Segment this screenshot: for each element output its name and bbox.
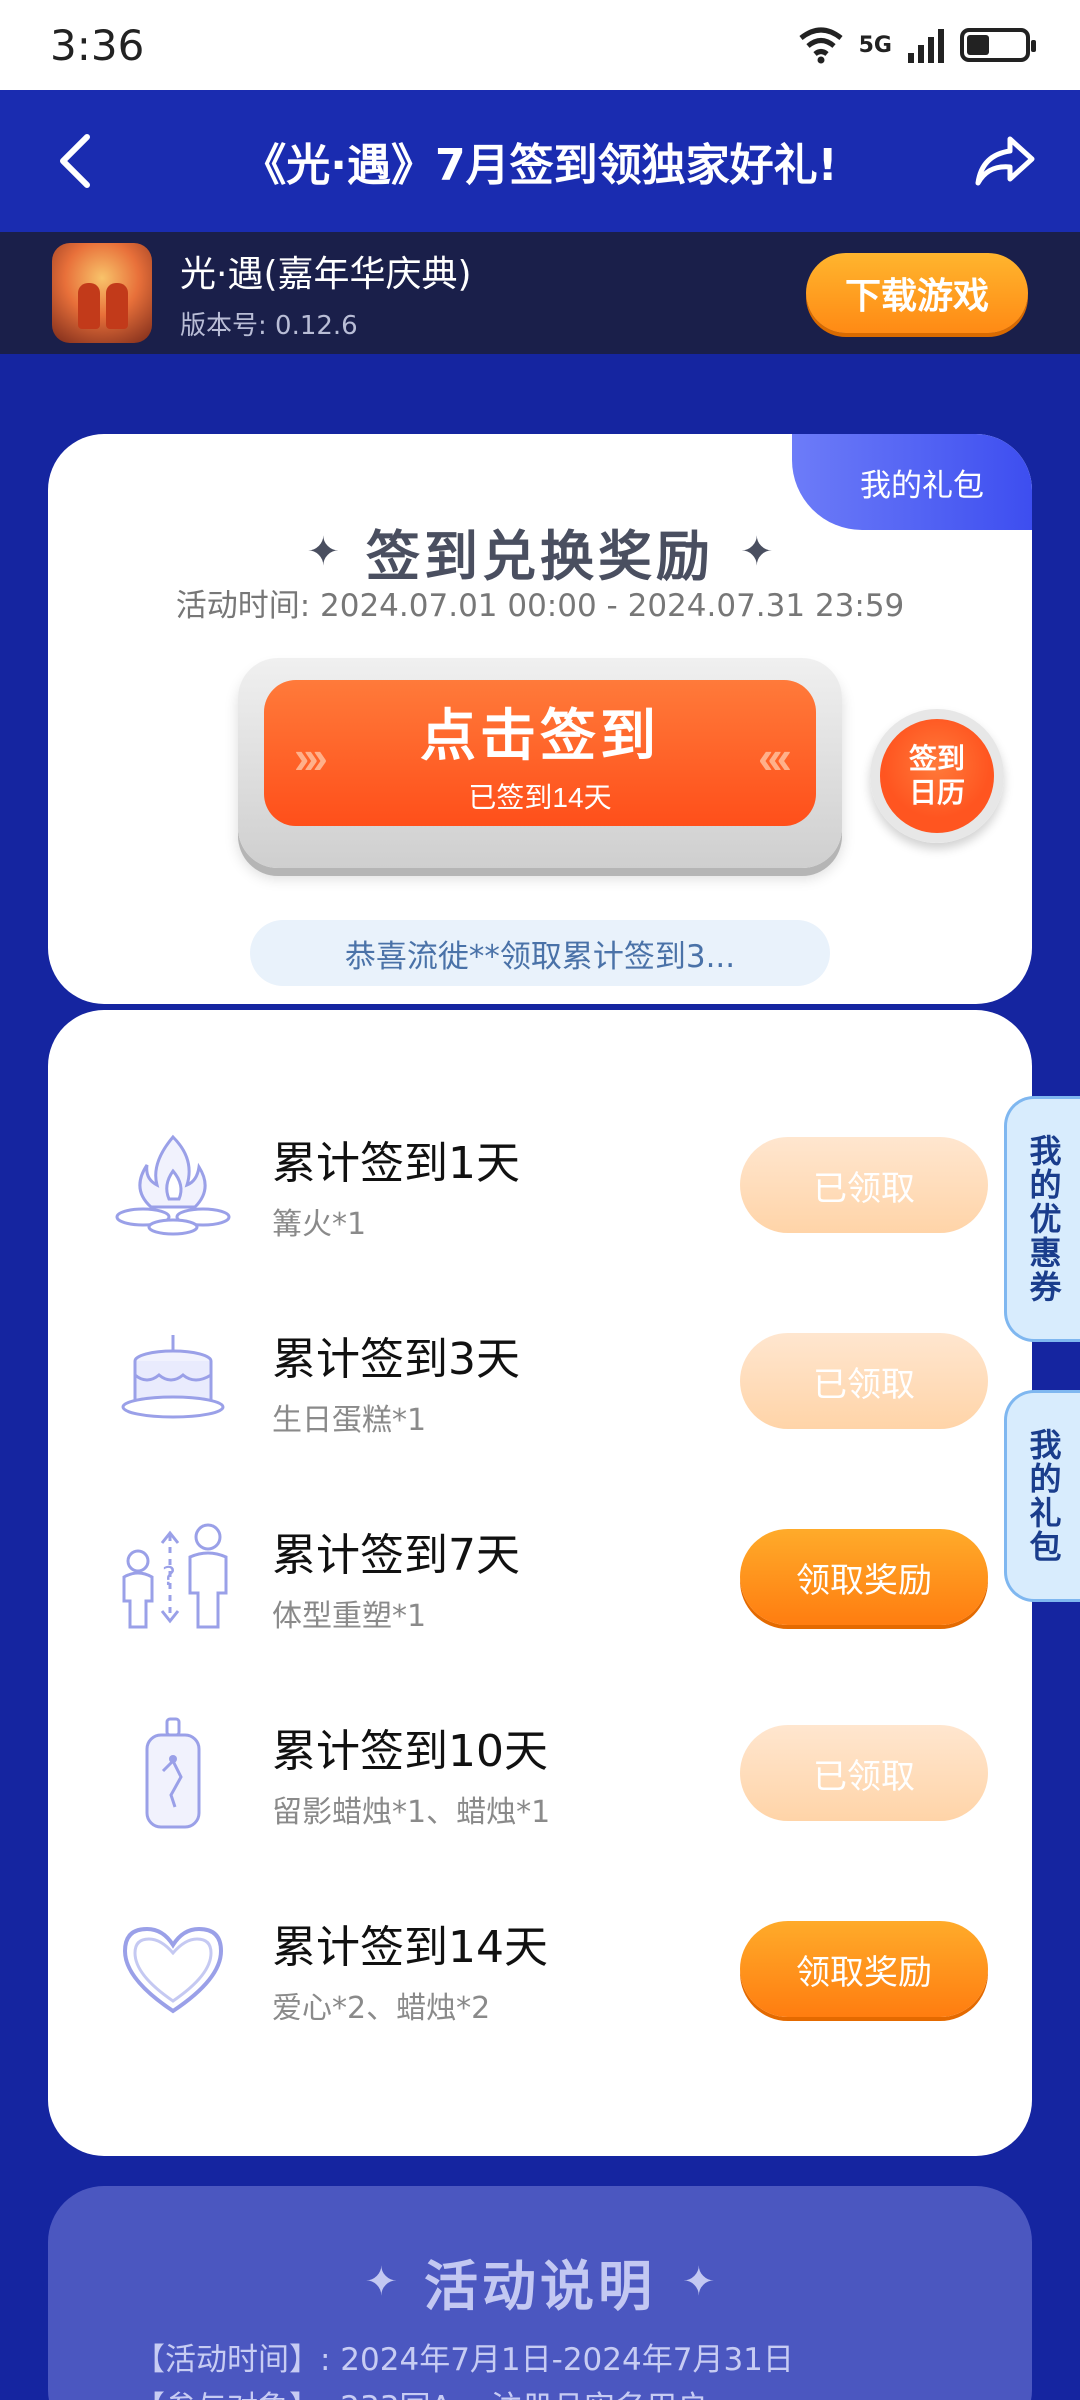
sparkle-icon: ✦ — [306, 528, 340, 575]
svg-text:?: ? — [162, 1562, 176, 1592]
reward-desc: 生日蛋糕*1 — [272, 1403, 427, 1438]
my-coupons-tab[interactable]: 我的优惠券 — [1004, 1096, 1080, 1342]
my-gifts-tab[interactable]: 我的礼包 — [1004, 1390, 1080, 1602]
reward-title: 累计签到7天 — [272, 1530, 520, 1581]
notice-ticker: 恭喜流徙**领取累计签到3... — [250, 920, 830, 986]
reward-row: 累计签到1天 篝火*1 已领取 — [108, 1120, 988, 1250]
description-line: 【参与对象】: 233园App注册且实名用户 — [134, 2382, 708, 2400]
reward-desc: 篝火*1 — [272, 1207, 367, 1242]
back-button[interactable] — [40, 126, 110, 196]
candle-icon — [108, 1708, 238, 1838]
reward-title: 累计签到14天 — [272, 1922, 548, 1973]
claimed-button[interactable]: 已领取 — [740, 1725, 988, 1821]
signin-days-label: 已签到14天 — [468, 781, 612, 813]
signin-card: 我的礼包 ✦ 签到兑换奖励 ✦ 活动时间: 2024.07.01 00:00 -… — [48, 434, 1032, 1004]
reward-row: ? 累计签到7天 体型重塑*1 领取奖励 — [108, 1512, 988, 1642]
heart-icon — [108, 1904, 238, 2034]
description-title-row: ✦ 活动说明 ✦ — [48, 2242, 1032, 2321]
my-coupons-label: 我的优惠券 — [1024, 1134, 1063, 1304]
reward-desc: 体型重塑*1 — [272, 1599, 427, 1634]
sparkle-icon: ✦ — [740, 528, 774, 575]
game-app-icon[interactable] — [52, 243, 152, 343]
share-icon — [975, 136, 1035, 186]
game-name: 光·遇(嘉年华庆典) — [180, 253, 472, 295]
signal-icon — [908, 29, 944, 63]
page-title: 《光·遇》7月签到领独家好礼! — [242, 140, 838, 191]
calendar-label-line2: 日历 — [908, 776, 965, 809]
campfire-icon — [108, 1120, 238, 1250]
game-info: 光·遇(嘉年华庆典) 版本号: 0.12.6 — [180, 245, 806, 342]
battery-icon — [960, 28, 1036, 62]
wifi-icon — [799, 27, 843, 64]
activity-description-card: ✦ 活动说明 ✦ 【活动时间】: 2024年7月1日-2024年7月31日 【参… — [48, 2186, 1032, 2400]
rewards-card: 累计签到1天 篝火*1 已领取 累计签到3天 生日蛋糕*1 已领取 ? 累计签到… — [48, 1010, 1032, 2156]
signin-calendar-button[interactable]: 签到 日历 — [870, 709, 1004, 843]
signin-button-label: 点击签到 — [420, 703, 660, 767]
header: 《光·遇》7月签到领独家好礼! — [0, 90, 1080, 232]
body-reshape-icon: ? — [108, 1512, 238, 1642]
sparkle-icon: ✦ — [682, 2258, 716, 2305]
claimed-button[interactable]: 已领取 — [740, 1137, 988, 1233]
reward-desc: 留影蜡烛*1、蜡烛*1 — [272, 1795, 551, 1830]
reward-row: 累计签到10天 留影蜡烛*1、蜡烛*1 已领取 — [108, 1708, 988, 1838]
claim-reward-button[interactable]: 领取奖励 — [740, 1529, 988, 1625]
activity-time: 活动时间: 2024.07.01 00:00 - 2024.07.31 23:5… — [175, 588, 905, 624]
my-gifts-label: 我的礼包 — [1024, 1428, 1063, 1564]
signin-button-frame: ››› 点击签到 已签到14天 ‹‹‹ — [238, 658, 842, 868]
network-label: 5G — [858, 32, 892, 58]
reward-row: 累计签到3天 生日蛋糕*1 已领取 — [108, 1316, 988, 1446]
description-line: 【活动时间】: 2024年7月1日-2024年7月31日 — [134, 2342, 794, 2378]
reward-row: 累计签到14天 爱心*2、蜡烛*2 领取奖励 — [108, 1904, 988, 2034]
game-info-bar: 光·遇(嘉年华庆典) 版本号: 0.12.6 下载游戏 — [0, 232, 1080, 354]
cake-icon — [108, 1316, 238, 1446]
claim-reward-button[interactable]: 领取奖励 — [740, 1921, 988, 2017]
status-icons: 5G — [797, 26, 1036, 64]
claimed-button[interactable]: 已领取 — [740, 1333, 988, 1429]
chevron-right-icon: ››› — [294, 731, 328, 783]
download-game-button[interactable]: 下载游戏 — [806, 253, 1028, 333]
back-arrow-icon — [60, 134, 90, 188]
sparkle-icon: ✦ — [364, 2258, 398, 2305]
description-title: 活动说明 — [424, 2255, 656, 2318]
signin-button[interactable]: ››› 点击签到 已签到14天 ‹‹‹ — [264, 680, 816, 826]
status-time: 3:36 — [50, 20, 145, 70]
game-version: 版本号: 0.12.6 — [180, 310, 358, 341]
reward-desc: 爱心*2、蜡烛*2 — [272, 1991, 491, 2026]
reward-title: 累计签到1天 — [272, 1138, 520, 1189]
chevron-left-icon: ‹‹‹ — [758, 731, 792, 783]
calendar-label-line1: 签到 — [908, 742, 965, 775]
status-bar: 3:36 5G — [0, 0, 1080, 90]
reward-title: 累计签到3天 — [272, 1334, 520, 1385]
share-button[interactable] — [970, 126, 1040, 196]
reward-title: 累计签到10天 — [272, 1726, 548, 1777]
